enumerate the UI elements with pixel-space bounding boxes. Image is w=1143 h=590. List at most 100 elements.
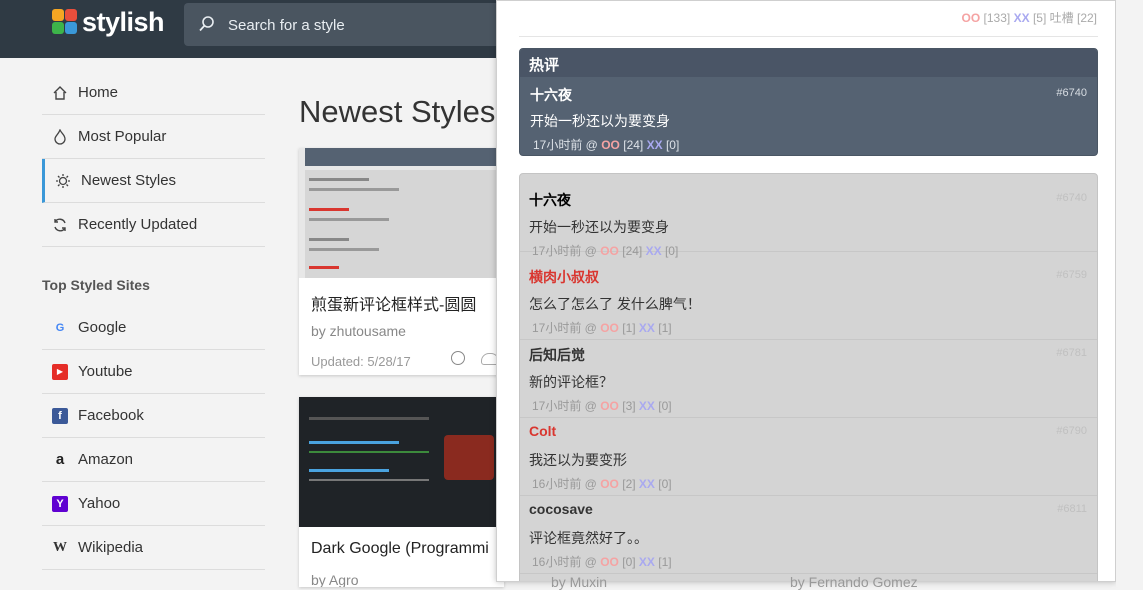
hot-comments-box: 热评 十六夜 #6740 开始一秒还以为要变身 17小时前 @ OO [24] … xyxy=(519,48,1098,156)
xx-count: [0] xyxy=(658,477,672,491)
style-card-updated: Updated: 5/28/17 xyxy=(311,354,411,369)
comment-author: 横肉小叔叔 xyxy=(529,269,599,285)
hot-comments-header: 热评 xyxy=(520,49,1097,77)
comment-id[interactable]: #6781 xyxy=(1056,347,1087,359)
comment-id[interactable]: #6740 xyxy=(1056,87,1087,99)
comment-item: Colt #6790 我还以为要变形 16小时前 @ OO [2] XX [0] xyxy=(520,418,1097,496)
comment-text: 我还以为要变形 xyxy=(529,452,627,468)
comment-text: 怎么了怎么了 发什么脾气！ xyxy=(529,296,701,312)
refresh-icon xyxy=(52,217,68,233)
site-item-amazon[interactable]: a Amazon xyxy=(42,438,265,482)
comment-meta: 16小时前 @ OO [0] XX [1] xyxy=(532,553,672,570)
nav-item-home[interactable]: Home xyxy=(42,71,265,115)
style-card-author[interactable]: by zhutousame xyxy=(311,323,406,339)
xx-button[interactable]: XX xyxy=(646,244,662,258)
comment-text: 开始一秒还以为要变身 xyxy=(530,113,670,129)
nav-label-recently-updated: Recently Updated xyxy=(78,216,198,233)
oo-count: [24] xyxy=(623,138,644,152)
site-label-yahoo: Yahoo xyxy=(78,495,121,512)
style-card-title[interactable]: 煎蛋新评论框样式-圆圆 xyxy=(311,291,476,315)
nav-item-newest-styles[interactable]: Newest Styles xyxy=(42,159,265,203)
comment-time: 17小时前 @ xyxy=(532,244,597,258)
style-card[interactable]: 煎蛋新评论框样式-圆圆 by zhutousame Updated: 5/28/… xyxy=(299,148,504,375)
tucao-label[interactable]: 吐槽 xyxy=(1050,11,1074,25)
disable-icon[interactable] xyxy=(451,351,465,365)
xx-count: [0] xyxy=(658,399,672,413)
xx-button[interactable]: XX xyxy=(647,138,663,152)
xx-count: [0] xyxy=(664,244,679,258)
oo-button[interactable]: OO xyxy=(600,555,619,569)
yahoo-icon: Y xyxy=(52,495,68,512)
page-scrollbar[interactable] xyxy=(1116,0,1143,587)
comment-author: 十六夜 xyxy=(530,87,572,103)
oo-button[interactable]: OO xyxy=(600,477,619,491)
xx-button[interactable]: XX xyxy=(639,477,655,491)
style-card-author[interactable]: by Agro xyxy=(311,572,358,587)
comment-author: cocosave xyxy=(529,501,593,517)
comment-preview-popup: OO [133] XX [5] 吐槽 [22] 热评 十六夜 #6740 开始一… xyxy=(496,0,1116,582)
comment-item: 后知后觉 #6781 新的评论框？ 17小时前 @ OO [3] XX [0] xyxy=(520,340,1097,418)
nav-label-home: Home xyxy=(78,84,119,101)
oo-button[interactable]: OO xyxy=(600,399,619,413)
comment-time: 17小时前 @ xyxy=(532,399,597,413)
oo-count: [0] xyxy=(622,555,636,569)
wikipedia-icon: W xyxy=(53,539,67,555)
site-item-youtube[interactable]: ▶ Youtube xyxy=(42,350,265,394)
nav-item-most-popular[interactable]: Most Popular xyxy=(42,115,265,159)
site-label-google: Google xyxy=(78,319,127,336)
comment-item: 十六夜 #6740 开始一秒还以为要变身 17小时前 @ OO [24] XX … xyxy=(520,174,1097,258)
google-icon: G xyxy=(55,321,65,334)
oo-button[interactable]: OO xyxy=(600,244,619,258)
comment-id[interactable]: #6811 xyxy=(1057,503,1087,515)
style-card-author[interactable]: by Muxin xyxy=(551,574,607,590)
oo-button[interactable]: OO xyxy=(601,138,620,152)
oo-count: [1] xyxy=(622,321,636,335)
site-label-wikipedia: Wikipedia xyxy=(78,539,144,556)
oo-label[interactable]: OO xyxy=(962,11,981,25)
xx-count: [0] xyxy=(665,138,680,152)
logo-mark-icon xyxy=(52,9,78,35)
comment-id[interactable]: #6759 xyxy=(1056,269,1087,281)
comment-text: 开始一秒还以为要变身 xyxy=(529,219,669,235)
comment-id[interactable]: #6790 xyxy=(1056,425,1087,437)
oo-count: [3] xyxy=(622,399,636,413)
comment-id[interactable]: #6740 xyxy=(1056,192,1087,204)
xx-button[interactable]: XX xyxy=(639,555,655,569)
search-bar[interactable]: Search for a style xyxy=(184,3,504,46)
xx-count: [1] xyxy=(658,555,672,569)
xx-count: [5] xyxy=(1032,11,1047,25)
comment-meta: 17小时前 @ OO [1] XX [1] xyxy=(532,319,672,336)
comment-time: 17小时前 @ xyxy=(532,321,597,335)
style-card[interactable]: Dark Google (Programmi by Agro xyxy=(299,397,504,587)
oo-button[interactable]: OO xyxy=(600,321,619,335)
comment-time: 16小时前 @ xyxy=(532,555,597,569)
nav-label-newest-styles: Newest Styles xyxy=(81,172,177,189)
site-item-facebook[interactable]: f Facebook xyxy=(42,394,265,438)
style-card-author[interactable]: by Fernando Gomez xyxy=(790,574,918,590)
xx-button[interactable]: XX xyxy=(639,399,655,413)
style-card-title[interactable]: Dark Google (Programmi xyxy=(311,540,489,558)
site-label-amazon: Amazon xyxy=(78,451,134,468)
site-item-wikipedia[interactable]: W Wikipedia xyxy=(42,526,265,570)
style-thumbnail[interactable] xyxy=(299,148,504,278)
oo-count: [133] xyxy=(983,11,1011,25)
flame-icon xyxy=(52,128,68,145)
xx-label[interactable]: XX xyxy=(1014,11,1030,25)
divider xyxy=(519,36,1098,37)
sparkle-icon xyxy=(55,173,71,189)
site-item-google[interactable]: G Google xyxy=(42,306,265,350)
comment-item: cocosave #6811 评论框竟然好了。。 16小时前 @ OO [0] … xyxy=(520,496,1097,574)
top-styled-sites-heading: Top Styled Sites xyxy=(42,277,150,293)
facebook-icon: f xyxy=(52,407,68,424)
comment-author: Colt xyxy=(529,423,557,439)
site-label-youtube: Youtube xyxy=(78,363,133,380)
tucao-count: [22] xyxy=(1076,11,1097,25)
nav-item-recently-updated[interactable]: Recently Updated xyxy=(42,203,265,247)
style-thumbnail[interactable] xyxy=(299,397,504,527)
search-input[interactable]: Search for a style xyxy=(228,17,345,34)
logo-text: stylish xyxy=(82,6,165,37)
site-item-yahoo[interactable]: Y Yahoo xyxy=(42,482,265,526)
xx-button[interactable]: XX xyxy=(639,321,655,335)
oo-count: [24] xyxy=(622,244,643,258)
stylish-logo[interactable]: stylish xyxy=(52,6,165,37)
